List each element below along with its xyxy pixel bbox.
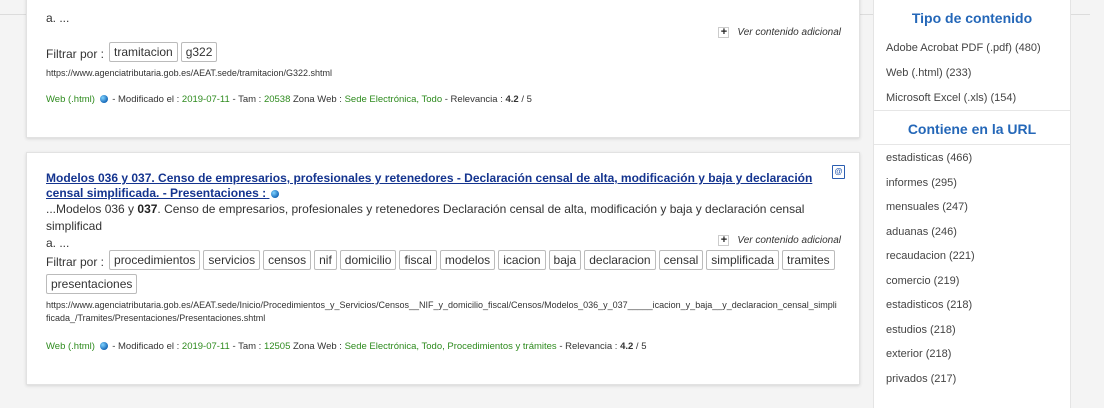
snippet-prefix: ...Modelos 036 y xyxy=(46,202,138,216)
filter-tag[interactable]: baja xyxy=(548,250,582,270)
filter-tag[interactable]: tramitacion xyxy=(109,42,178,62)
size-label: - Tam : xyxy=(232,94,262,105)
zone-value: Sede Electrónica, Todo xyxy=(344,94,443,105)
zone-value: Sede Electrónica, Todo, Procedimientos y… xyxy=(344,341,557,352)
facet-url-term[interactable]: aduanas (246) xyxy=(874,226,957,238)
globe-icon xyxy=(99,95,108,104)
size-value: 12505 xyxy=(263,341,291,352)
relevance-max: / 5 xyxy=(521,94,532,105)
facet-url-term[interactable]: estudios (218) xyxy=(874,324,956,336)
relevance-max: / 5 xyxy=(635,341,647,352)
doc-type: Web (.html) xyxy=(46,341,95,352)
result-url[interactable]: https://www.agenciatributaria.gob.es/AEA… xyxy=(46,299,837,325)
content-type-heading: Tipo de contenido xyxy=(911,10,1033,26)
facet-url-term[interactable]: recaudacion (221) xyxy=(874,250,975,262)
facet-url-term[interactable]: comercio (219) xyxy=(874,275,959,287)
zone-label: Zona Web : xyxy=(293,341,342,352)
filter-tag[interactable]: g322 xyxy=(180,42,218,62)
globe-icon xyxy=(99,342,108,351)
facet-sidebar: Tipo de contenido Adobe Acrobat PDF (.pd… xyxy=(873,0,1071,408)
result-meta: Web (.html) - Modificado el : 2019-07-11… xyxy=(46,94,532,105)
result-card-1: a. ... + Ver contenido adicional Filtrar … xyxy=(26,0,860,138)
filter-tag[interactable]: simplificada xyxy=(706,250,779,270)
filter-tag[interactable]: servicios xyxy=(203,250,261,270)
filter-row: Filtrar por : tramitacion g322 xyxy=(46,42,839,66)
facet-content-type[interactable]: Adobe Acrobat PDF (.pdf) (480) xyxy=(874,42,1041,54)
filter-tag[interactable]: procedimientos xyxy=(109,250,201,270)
filter-tag[interactable]: censal xyxy=(658,250,704,270)
relevance-label: - Relevancia : xyxy=(559,341,618,352)
filter-tag[interactable]: declaracion xyxy=(584,250,656,270)
result-meta: Web (.html) - Modificado el : 2019-07-11… xyxy=(46,341,646,352)
relevance-value: 4.2 xyxy=(505,94,519,105)
filter-tag[interactable]: icacion xyxy=(498,250,546,270)
plus-icon: + xyxy=(718,27,730,38)
facet-content-type[interactable]: Microsoft Excel (.xls) (154) xyxy=(874,92,1016,104)
facet-url-term[interactable]: exterior (218) xyxy=(874,348,951,360)
result-title-text[interactable]: Modelos 036 y 037. Censo de empresarios,… xyxy=(46,171,812,200)
web-page-icon[interactable]: @ xyxy=(832,165,845,179)
snippet-end: a. ... xyxy=(46,236,70,250)
plus-icon: + xyxy=(718,235,730,246)
globe-icon xyxy=(271,189,280,198)
filter-tag[interactable]: domicilio xyxy=(339,250,397,270)
modified-date: 2019-07-11 xyxy=(181,341,230,352)
facet-content-type[interactable]: Web (.html) (233) xyxy=(874,67,971,79)
facet-url-term[interactable]: informes (295) xyxy=(874,177,957,189)
result-card-2: Modelos 036 y 037. Censo de empresarios,… xyxy=(26,152,860,385)
filter-tag[interactable]: presentaciones xyxy=(46,274,138,294)
filter-tag[interactable]: fiscal xyxy=(399,250,437,270)
doc-type: Web (.html) xyxy=(46,94,95,105)
filter-tag[interactable]: modelos xyxy=(439,250,496,270)
filter-tag[interactable]: tramites xyxy=(782,250,835,270)
size-label: - Tam : xyxy=(232,341,262,352)
modified-label: - Modificado el : xyxy=(112,94,180,105)
facet-divider xyxy=(874,110,1070,111)
filter-tag[interactable]: censos xyxy=(263,250,312,270)
more-content-toggle[interactable]: + Ver contenido adicional xyxy=(718,27,841,38)
filter-tag[interactable]: nif xyxy=(314,250,337,270)
url-heading: Contiene en la URL xyxy=(907,121,1037,137)
filter-label: Filtrar por : xyxy=(46,255,105,269)
filter-row: Filtrar por : procedimientos servicios c… xyxy=(46,250,839,298)
facet-url-term[interactable]: estadisticos (218) xyxy=(874,299,972,311)
snippet-rest: . Censo de empresarios, profesionales y … xyxy=(46,202,805,233)
relevance-value: 4.2 xyxy=(620,341,634,352)
filter-label: Filtrar por : xyxy=(46,47,105,61)
snippet-bold: 037 xyxy=(137,202,158,216)
facet-url-term[interactable]: estadisticas (466) xyxy=(874,152,972,164)
facet-divider xyxy=(874,144,1070,145)
facet-url-term[interactable]: mensuales (247) xyxy=(874,201,968,213)
facet-url-term[interactable]: privados (217) xyxy=(874,373,956,385)
result-snippet: a. ... xyxy=(46,11,70,25)
relevance-label: - Relevancia : xyxy=(444,94,503,105)
result-url[interactable]: https://www.agenciatributaria.gob.es/AEA… xyxy=(46,67,837,80)
modified-label: - Modificado el : xyxy=(112,341,180,352)
size-value: 20538 xyxy=(263,94,291,105)
zone-label: Zona Web : xyxy=(293,94,342,105)
more-content-toggle[interactable]: + Ver contenido adicional xyxy=(718,235,841,246)
modified-date: 2019-07-11 xyxy=(181,94,230,105)
result-title-link[interactable]: Modelos 036 y 037. Censo de empresarios,… xyxy=(46,171,826,201)
